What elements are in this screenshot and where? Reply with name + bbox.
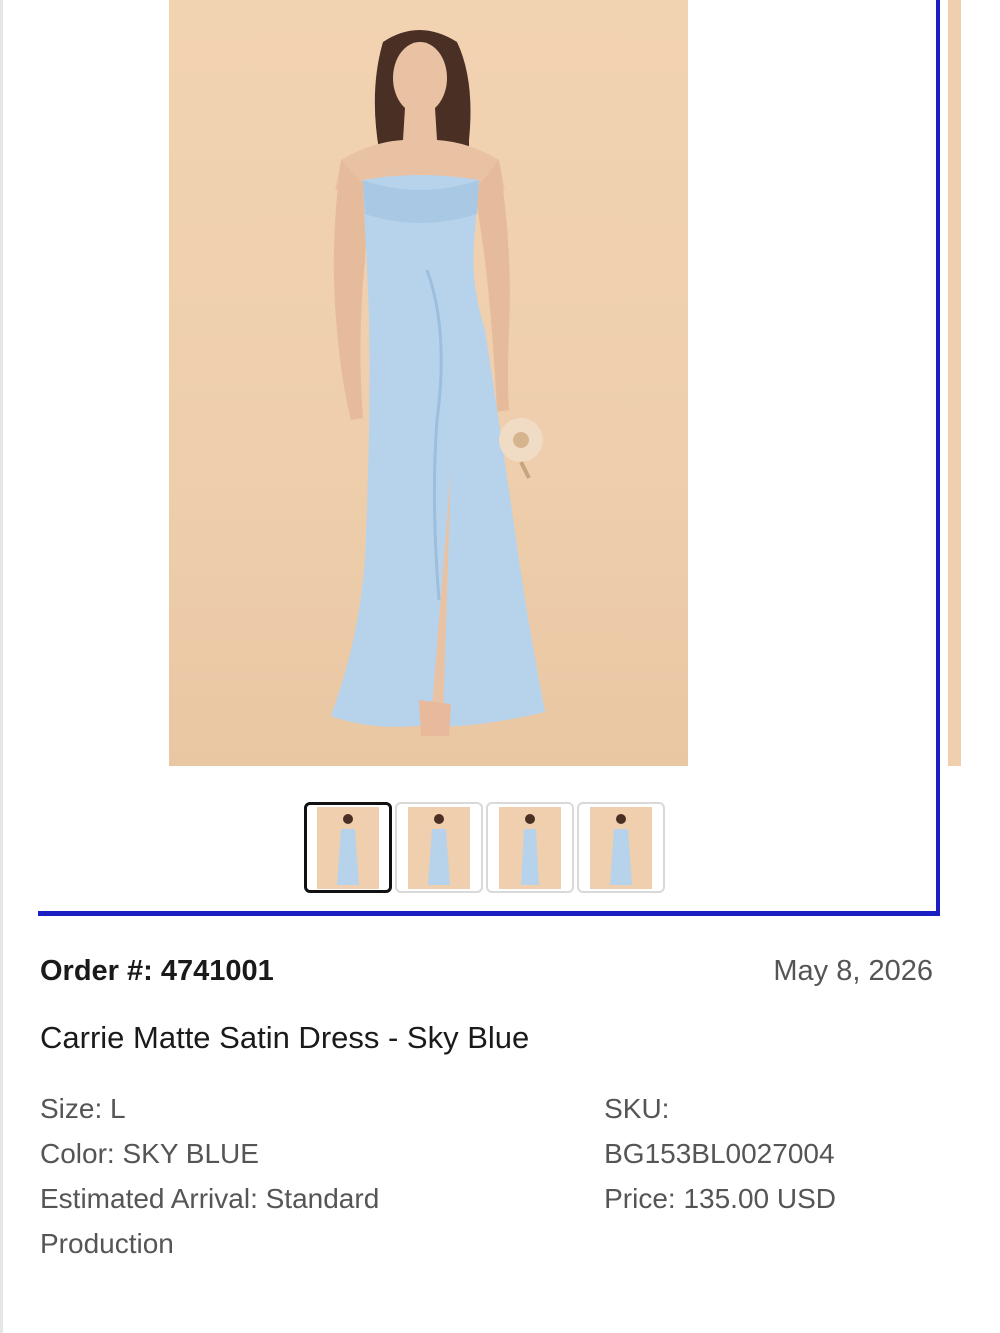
estimated-arrival-text-cont: Production	[40, 1228, 174, 1259]
details-right-column: SKU: BG153BL0027004 Price: 135.00 USD	[604, 1086, 933, 1266]
product-name: Carrie Matte Satin Dress - Sky Blue	[40, 1020, 530, 1055]
product-photo[interactable]	[169, 0, 688, 766]
details-left-column: Size: L Color: SKY BLUE Estimated Arriva…	[40, 1086, 604, 1266]
size-text: Size: L	[40, 1093, 126, 1124]
thumbnail-side[interactable]	[486, 802, 574, 893]
next-image-peek[interactable]	[948, 0, 961, 766]
product-gallery	[0, 0, 940, 916]
thumbnail-front[interactable]	[304, 802, 392, 893]
order-header: Order #: 4741001 May 8, 2026	[40, 955, 933, 988]
color-text: Color: SKY BLUE	[40, 1138, 259, 1169]
thumbnail-strip	[304, 802, 665, 893]
order-detail-page: Order #: 4741001 May 8, 2026 Carrie Matt…	[0, 0, 1000, 1333]
thumbnail-back-alt[interactable]	[577, 802, 665, 893]
model-dress-illustration	[331, 30, 545, 736]
thumbnail-back[interactable]	[395, 802, 483, 893]
order-date: May 8, 2026	[773, 955, 933, 987]
sku-value: BG153BL0027004	[604, 1138, 835, 1169]
price-text: Price: 135.00 USD	[604, 1183, 836, 1214]
order-item-details: Size: L Color: SKY BLUE Estimated Arriva…	[40, 1086, 933, 1266]
estimated-arrival-text: Estimated Arrival: Standard	[40, 1183, 380, 1214]
gallery-bottom-border	[38, 911, 940, 916]
sku-label: SKU:	[604, 1093, 670, 1124]
order-number: Order #: 4741001	[40, 955, 274, 987]
